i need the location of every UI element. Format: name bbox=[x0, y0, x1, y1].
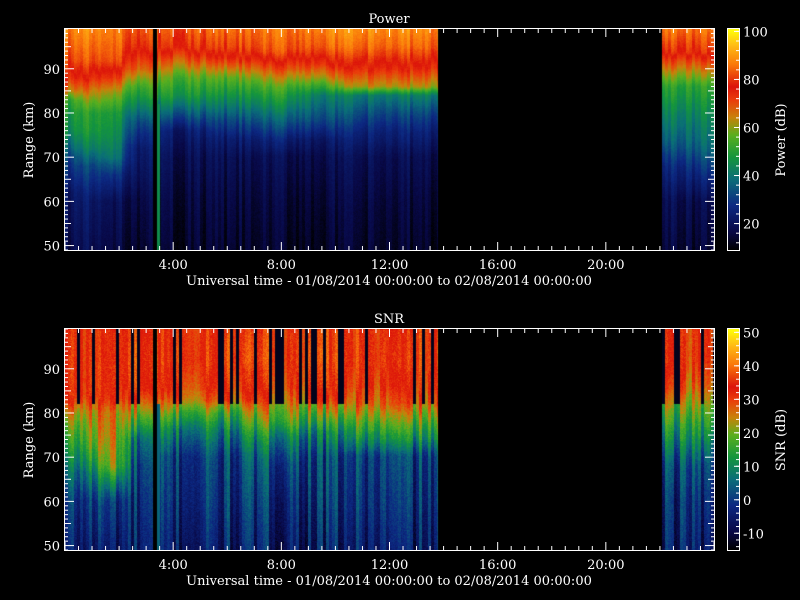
colorbar-tick-label: 0 bbox=[743, 494, 751, 509]
x-tick-label: 8:00 bbox=[267, 258, 296, 273]
x-tick-label: 16:00 bbox=[479, 558, 516, 573]
snr-ylabel: Range (km) bbox=[22, 402, 37, 479]
rti-figure: Power 4:00 8:00 12:00 16:00 20:005060708090 … bbox=[22, 12, 789, 589]
power-ylabel: Range (km) bbox=[22, 102, 37, 179]
power-xlabel: Universal time - 01/08/2014 00:00:00 to … bbox=[186, 274, 592, 289]
x-tick-label: 8:00 bbox=[267, 558, 296, 573]
y-tick-label: 60 bbox=[43, 195, 60, 210]
x-tick-label: 4:00 bbox=[159, 258, 188, 273]
colorbar-tick-label: 80 bbox=[743, 73, 760, 88]
snr-colorbar: -10 0 10 20 30 40 50 SNR (dB) bbox=[727, 326, 789, 551]
snr-title: SNR bbox=[374, 312, 405, 327]
colorbar-tick-label: 50 bbox=[743, 326, 760, 341]
y-tick-label: 80 bbox=[43, 407, 60, 422]
power-colorbar-label: Power (dB) bbox=[774, 103, 789, 176]
y-tick-label: 50 bbox=[43, 240, 60, 255]
colorbar-tick-label: 20 bbox=[743, 218, 760, 233]
power-colorbar: 20 40 60 80 100 Power (dB) bbox=[727, 25, 789, 251]
colorbar-tick-label: 20 bbox=[743, 427, 760, 442]
colorbar-tick-label: 40 bbox=[743, 360, 760, 375]
y-tick-label: 90 bbox=[43, 63, 60, 78]
colorbar-tick-label: 10 bbox=[743, 460, 760, 475]
y-tick-label: 70 bbox=[43, 451, 60, 466]
x-tick-label: 20:00 bbox=[587, 558, 624, 573]
colorbar-tick-label: 30 bbox=[743, 393, 760, 408]
power-title: Power bbox=[368, 12, 410, 27]
x-tick-label: 20:00 bbox=[587, 258, 624, 273]
y-tick-label: 50 bbox=[43, 540, 60, 555]
power-heatmap-image bbox=[65, 29, 714, 250]
snr-heatmap bbox=[65, 329, 714, 550]
colorbar-tick-label: 60 bbox=[743, 121, 760, 136]
colorbar-tick-label: -10 bbox=[743, 527, 764, 542]
snr-xlabel: Universal time - 01/08/2014 00:00:00 to … bbox=[186, 574, 592, 589]
y-tick-label: 70 bbox=[43, 151, 60, 166]
y-tick-label: 80 bbox=[43, 107, 60, 122]
snr-heatmap-image bbox=[65, 329, 714, 550]
power-colorbar-gradient bbox=[728, 29, 739, 250]
y-tick-label: 90 bbox=[43, 363, 60, 378]
y-tick-label: 60 bbox=[43, 495, 60, 510]
x-tick-label: 16:00 bbox=[479, 258, 516, 273]
power-panel: Power 4:00 8:00 12:00 16:00 20:005060708090 … bbox=[22, 12, 789, 289]
power-heatmap bbox=[65, 29, 714, 250]
snr-panel: SNR 4:00 8:00 12:00 16:00 20:00 50 60 70 80 90 Ra… bbox=[22, 312, 789, 589]
colorbar-tick-label: 40 bbox=[743, 170, 760, 185]
x-tick-label: 12:00 bbox=[371, 558, 408, 573]
snr-colorbar-label: SNR (dB) bbox=[774, 409, 789, 471]
x-tick-label: 12:00 bbox=[371, 258, 408, 273]
x-tick-label: 4:00 bbox=[159, 558, 188, 573]
colorbar-tick-label: 100 bbox=[743, 25, 768, 40]
